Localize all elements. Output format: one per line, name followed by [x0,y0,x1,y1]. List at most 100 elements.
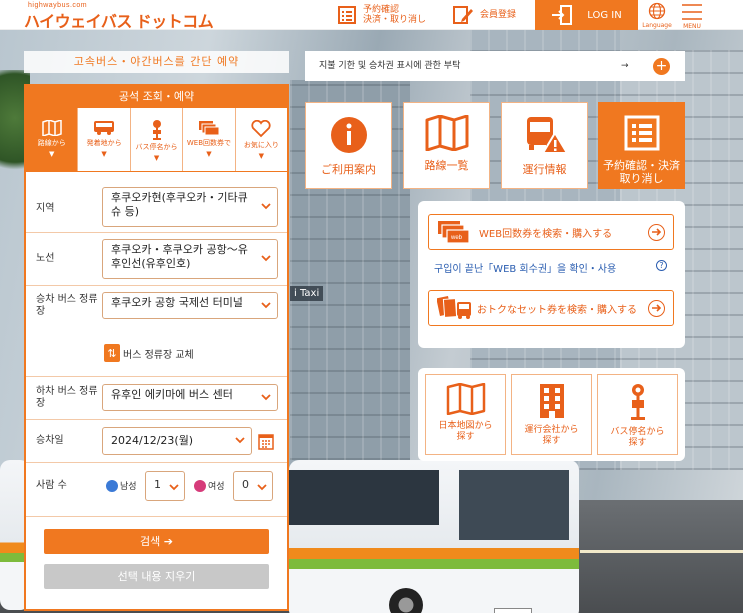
reserve-confirm-link[interactable]: 予約確認 決済・取り消し [337,0,426,30]
ticket-panel: web WEB回数券を検索・購入する 구입이 끝난「WEB 회수권」을 확인・사… [418,201,685,348]
search-panel: 공석 조회・예약 路線から ▼ 発着地から ▼ バス停名から ▼ WEB回数券で… [24,84,289,611]
date-value: 2024/12/23(월) [111,434,194,447]
search-by-map-tile[interactable]: 日本地図から 探す [425,374,506,455]
region-select[interactable]: 후쿠오카현(후쿠오카・기타큐슈 등) [102,187,278,227]
bus-icon [94,121,115,135]
language-label: Language [642,22,672,29]
female-label: 여성 [208,482,225,492]
chevron-down-icon [235,437,245,444]
language-selector[interactable]: Language [641,0,673,30]
route-select[interactable]: 후쿠오카・후쿠오카 공항～유후인선(유후인호) [102,239,278,279]
tile-usage-guide[interactable]: ご利用案内 [305,102,392,189]
tab-bus-stop-label: バス停名から [135,143,178,151]
web-ticket-button[interactable]: web WEB回数券を検索・購入する [428,214,674,250]
chevron-down-icon [261,393,271,400]
tile-service-info[interactable]: 運行情報 [501,102,588,189]
male-icon [106,479,118,492]
set-ticket-button[interactable]: おトクなセット券を検索・購入する [428,290,674,326]
tab-bus-stop[interactable]: バス停名から ▼ [130,108,184,171]
swap-stops-button[interactable]: ⇅ 버스 정류장 교체 [104,344,194,362]
tab-route-label: 路線から [37,139,66,147]
female-count-select[interactable]: 0 [233,471,273,501]
list-icon [338,6,356,24]
site-logo[interactable]: ハイウェイバス ドットコム [24,8,214,32]
search-tabs: 路線から ▼ 発着地から ▼ バス停名から ▼ WEB回数券で ▼ お気に入り … [26,108,288,172]
bus-warning-icon [526,117,567,154]
web-ticket-button-label: WEB回数券を検索・購入する [479,228,613,240]
plus-icon[interactable]: + [653,58,670,75]
login-label: LOG IN [587,9,622,21]
member-register-label: 会員登録 [480,10,517,20]
tab-origin-destination[interactable]: 発着地から ▼ [78,108,131,171]
search-by-stop-line2: 探す [628,438,647,448]
search-button[interactable]: 검색 ➔ [44,529,269,554]
route-label: 노선 [36,253,55,264]
swap-icon: ⇅ [104,344,120,362]
login-button[interactable]: LOG IN [535,0,638,30]
tile-service-info-label: 運行情報 [522,163,567,176]
male-count-value: 1 [154,478,161,491]
tile-reserve-confirm-line2: 取り消し [619,172,664,185]
tile-route-list[interactable]: 路線一覧 [403,102,490,189]
route-value: 후쿠오카・후쿠오카 공항～유후인선(유후인호) [111,243,248,270]
date-select[interactable]: 2024/12/23(월) [102,427,252,455]
date-label: 승차일 [36,435,64,446]
map-icon [41,118,62,138]
search-by-map-line2: 探す [456,432,475,442]
tile-reserve-confirm-line1: 予約確認・決済 [603,159,680,172]
chevron-down-icon [257,484,267,491]
chevron-down-icon: ▼ [101,150,107,158]
male-label: 남성 [120,482,137,492]
region-value: 후쿠오카현(후쿠오카・기타큐슈 등) [111,191,248,218]
chevron-down-icon [261,255,271,262]
swap-label: 버스 정류장 교체 [123,349,194,361]
notice-bar[interactable]: 지불 기한 및 승차권 표시에 관한 부탁 → + [305,51,685,81]
map-icon [446,383,485,415]
edit-icon [453,6,473,24]
boarding-stop-select[interactable]: 후쿠오카 공항 국제선 터미널 [102,292,278,319]
tab-favorites-label: お気に入り [243,141,279,149]
notice-text: 지불 기한 및 승차권 표시에 관한 부탁 [319,61,461,71]
arrow-circle-icon [648,224,665,241]
ticket-icon: web [438,221,470,244]
alighting-stop-select[interactable]: 유후인 에키마에 버스 센터 [102,384,278,411]
search-by-operator-line1: 運行会社から [524,425,579,435]
member-register-link[interactable]: 会員登録 [452,0,516,30]
tab-web-ticket[interactable]: WEB回数券で ▼ [183,108,236,171]
chevron-down-icon: ▼ [258,152,265,160]
panel-title: 공석 조회・예약 [26,86,287,108]
female-label-group: 여성 [194,479,225,492]
menu-label: MENU [683,23,701,30]
search-by-stop-tile[interactable]: バス停名から 探す [597,374,678,455]
clear-selection-button[interactable]: 선택 내용 지우기 [44,564,269,589]
help-icon[interactable]: ? [656,260,667,271]
tab-origin-label: 発着地から [86,139,122,147]
search-by-operator-tile[interactable]: 運行会社から 探す [511,374,592,455]
tab-route[interactable]: 路線から ▼ [26,108,79,171]
chevron-down-icon [261,301,271,308]
building-icon [539,384,564,418]
alighting-value: 유후인 에키마에 버스 센터 [111,388,233,401]
chevron-down-icon [169,484,179,491]
search-by-map-line1: 日本地図から [438,421,493,431]
search-button-label: 검색 [140,535,161,548]
tab-web-ticket-label: WEB回数券で [186,139,231,147]
search-banner: 고속버스・야간버스를 간단 예약 [24,51,289,73]
heart-icon [251,119,271,138]
bus-main [289,460,579,613]
boarding-label: 승차 버스 정류장 [36,294,98,317]
menu-button[interactable]: MENU [680,0,704,30]
chevron-down-icon: ▼ [153,154,160,162]
tab-favorites[interactable]: お気に入り ▼ [235,108,288,171]
web-ticket-history-link[interactable]: 구입이 끝난「WEB 회수권」을 확인・사용 [434,260,616,275]
search-by-stop-line1: バス停名から [610,427,665,437]
chevron-down-icon: ▼ [206,150,212,158]
search-method-panel: 日本地図から 探す 運行会社から 探す バス停名から 探す [418,368,685,461]
bus-stop-icon [152,120,161,140]
calendar-icon[interactable] [258,433,274,450]
male-count-select[interactable]: 1 [145,471,185,501]
tile-route-list-label: 路線一覧 [424,159,469,172]
globe-icon [648,2,666,20]
login-door-icon [552,5,573,25]
tile-reserve-confirm[interactable]: 予約確認・決済 取り消し [598,102,685,189]
